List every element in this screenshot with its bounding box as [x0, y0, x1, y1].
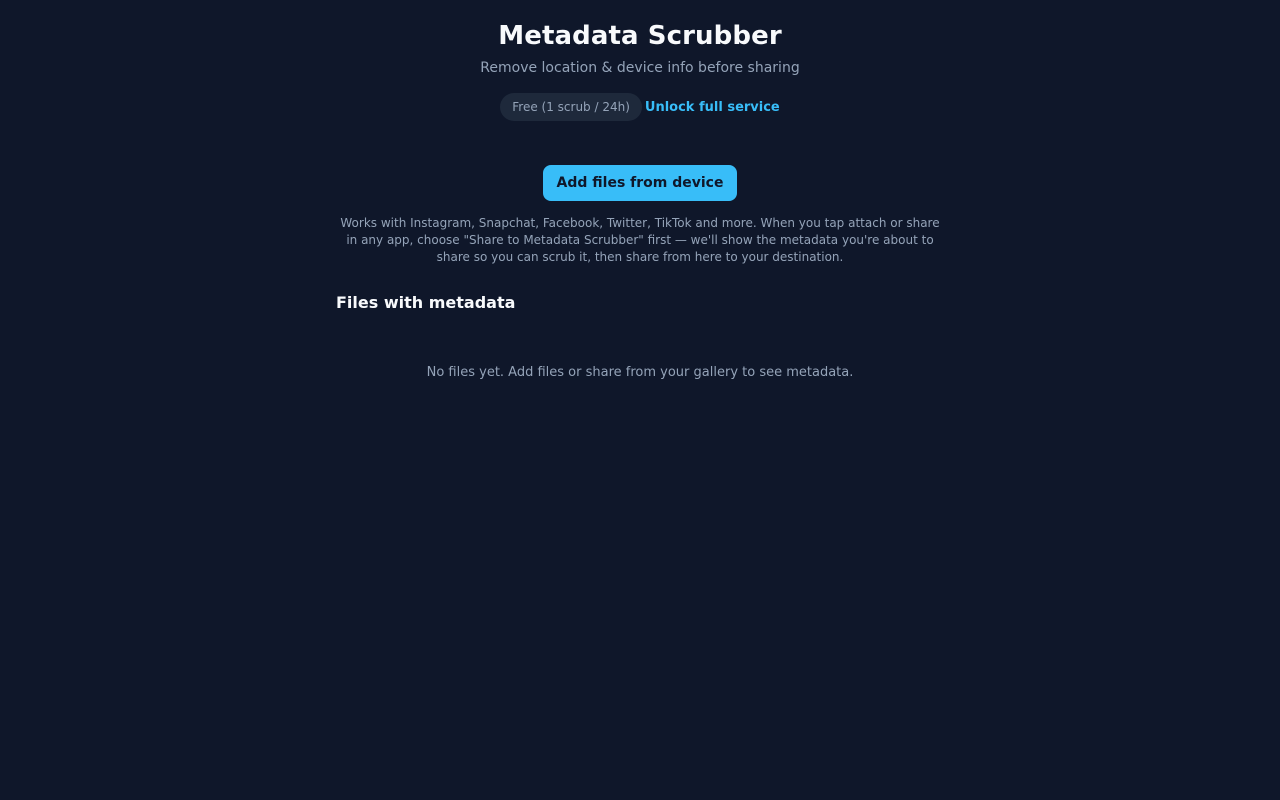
unlock-full-service-link[interactable]: Unlock full service: [644, 100, 780, 115]
files-empty-state: No files yet. Add files or share from yo…: [426, 365, 854, 380]
app-root: Metadata Scrubber Remove location & devi…: [0, 0, 1280, 800]
files-section-title: Files with metadata: [336, 293, 516, 312]
page-title: Metadata Scrubber: [498, 21, 782, 51]
help-text: Works with Instagram, Snapchat, Facebook…: [340, 216, 940, 264]
page-subtitle: Remove location & device info before sha…: [480, 60, 800, 76]
main-content: Metadata Scrubber Remove location & devi…: [336, 0, 944, 382]
add-files-button[interactable]: Add files from device: [543, 165, 737, 201]
plan-row: Free (1 scrub / 24h) Unlock full service: [336, 93, 944, 121]
plan-badge: Free (1 scrub / 24h): [500, 93, 642, 121]
